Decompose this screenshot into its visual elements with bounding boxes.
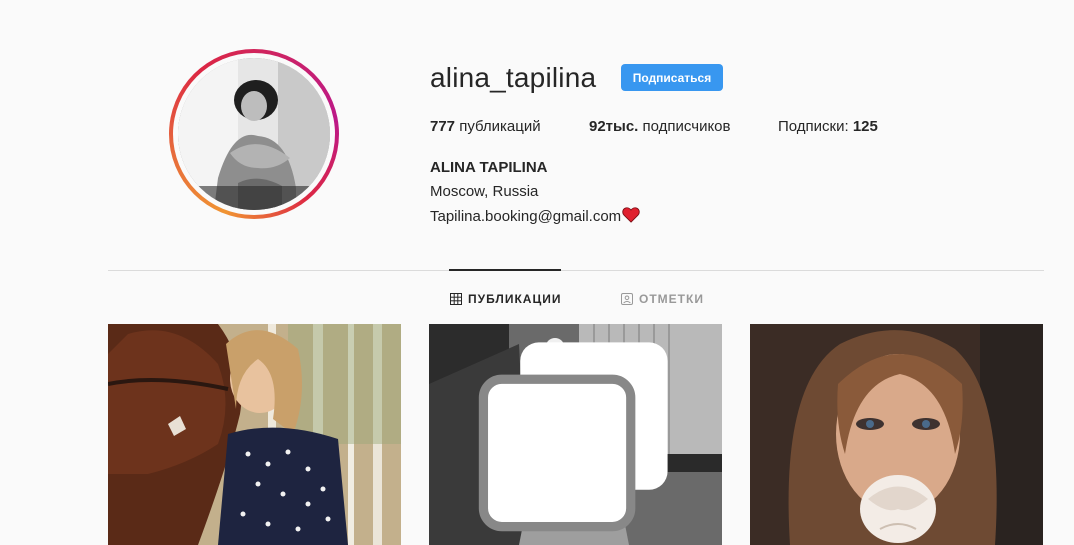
profile-full-name: ALINA TAPILINA: [430, 159, 548, 176]
post-tile[interactable]: [750, 324, 1043, 545]
profile-page: alina_tapilina Подписаться 777 публикаци…: [0, 0, 1074, 545]
bio-email: Tapilina.booking@gmail.com: [430, 208, 622, 225]
tab-posts-label: ПУБЛИКАЦИИ: [468, 292, 562, 306]
bio-location: Moscow, Russia: [430, 183, 539, 200]
photo-horse-woman-icon: [108, 324, 401, 545]
avatar-gap: [173, 53, 335, 215]
tabs-divider: [108, 270, 1044, 271]
profile-avatar-story-ring[interactable]: [169, 49, 339, 219]
followers-stat-link[interactable]: 92тыс. подписчиков: [589, 118, 731, 135]
following-stat-link[interactable]: Подписки: 125: [778, 118, 878, 135]
posts-count: 777: [430, 118, 456, 135]
posts-count-stat: 777 публикаций: [430, 118, 541, 135]
followers-label: подписчиков: [642, 118, 731, 135]
follow-button[interactable]: Подписаться: [621, 64, 723, 91]
tab-posts[interactable]: ПУБЛИКАЦИИ: [450, 292, 561, 306]
tab-tagged[interactable]: ОТМЕТКИ: [621, 292, 704, 306]
post-tile[interactable]: [108, 324, 401, 545]
tab-tagged-label: ОТМЕТКИ: [639, 292, 704, 306]
profile-username: alina_tapilina: [430, 62, 597, 93]
bio-email-line: Tapilina.booking@gmail.com: [430, 207, 640, 225]
avatar[interactable]: [178, 58, 330, 210]
post-tile[interactable]: [429, 324, 722, 545]
red-heart-icon: [622, 207, 640, 223]
posts-label: публикаций: [459, 118, 541, 135]
grid-icon: [450, 293, 462, 305]
tagged-user-icon: [621, 293, 633, 305]
photo-woman-rose-icon: [750, 324, 1043, 545]
active-tab-indicator: [449, 269, 561, 271]
following-count: 125: [852, 118, 878, 135]
following-label: Подписки:: [778, 118, 849, 135]
avatar-image-icon: [178, 58, 330, 210]
followers-count: 92тыс.: [589, 118, 639, 135]
multiple-photos-icon: [478, 342, 668, 532]
